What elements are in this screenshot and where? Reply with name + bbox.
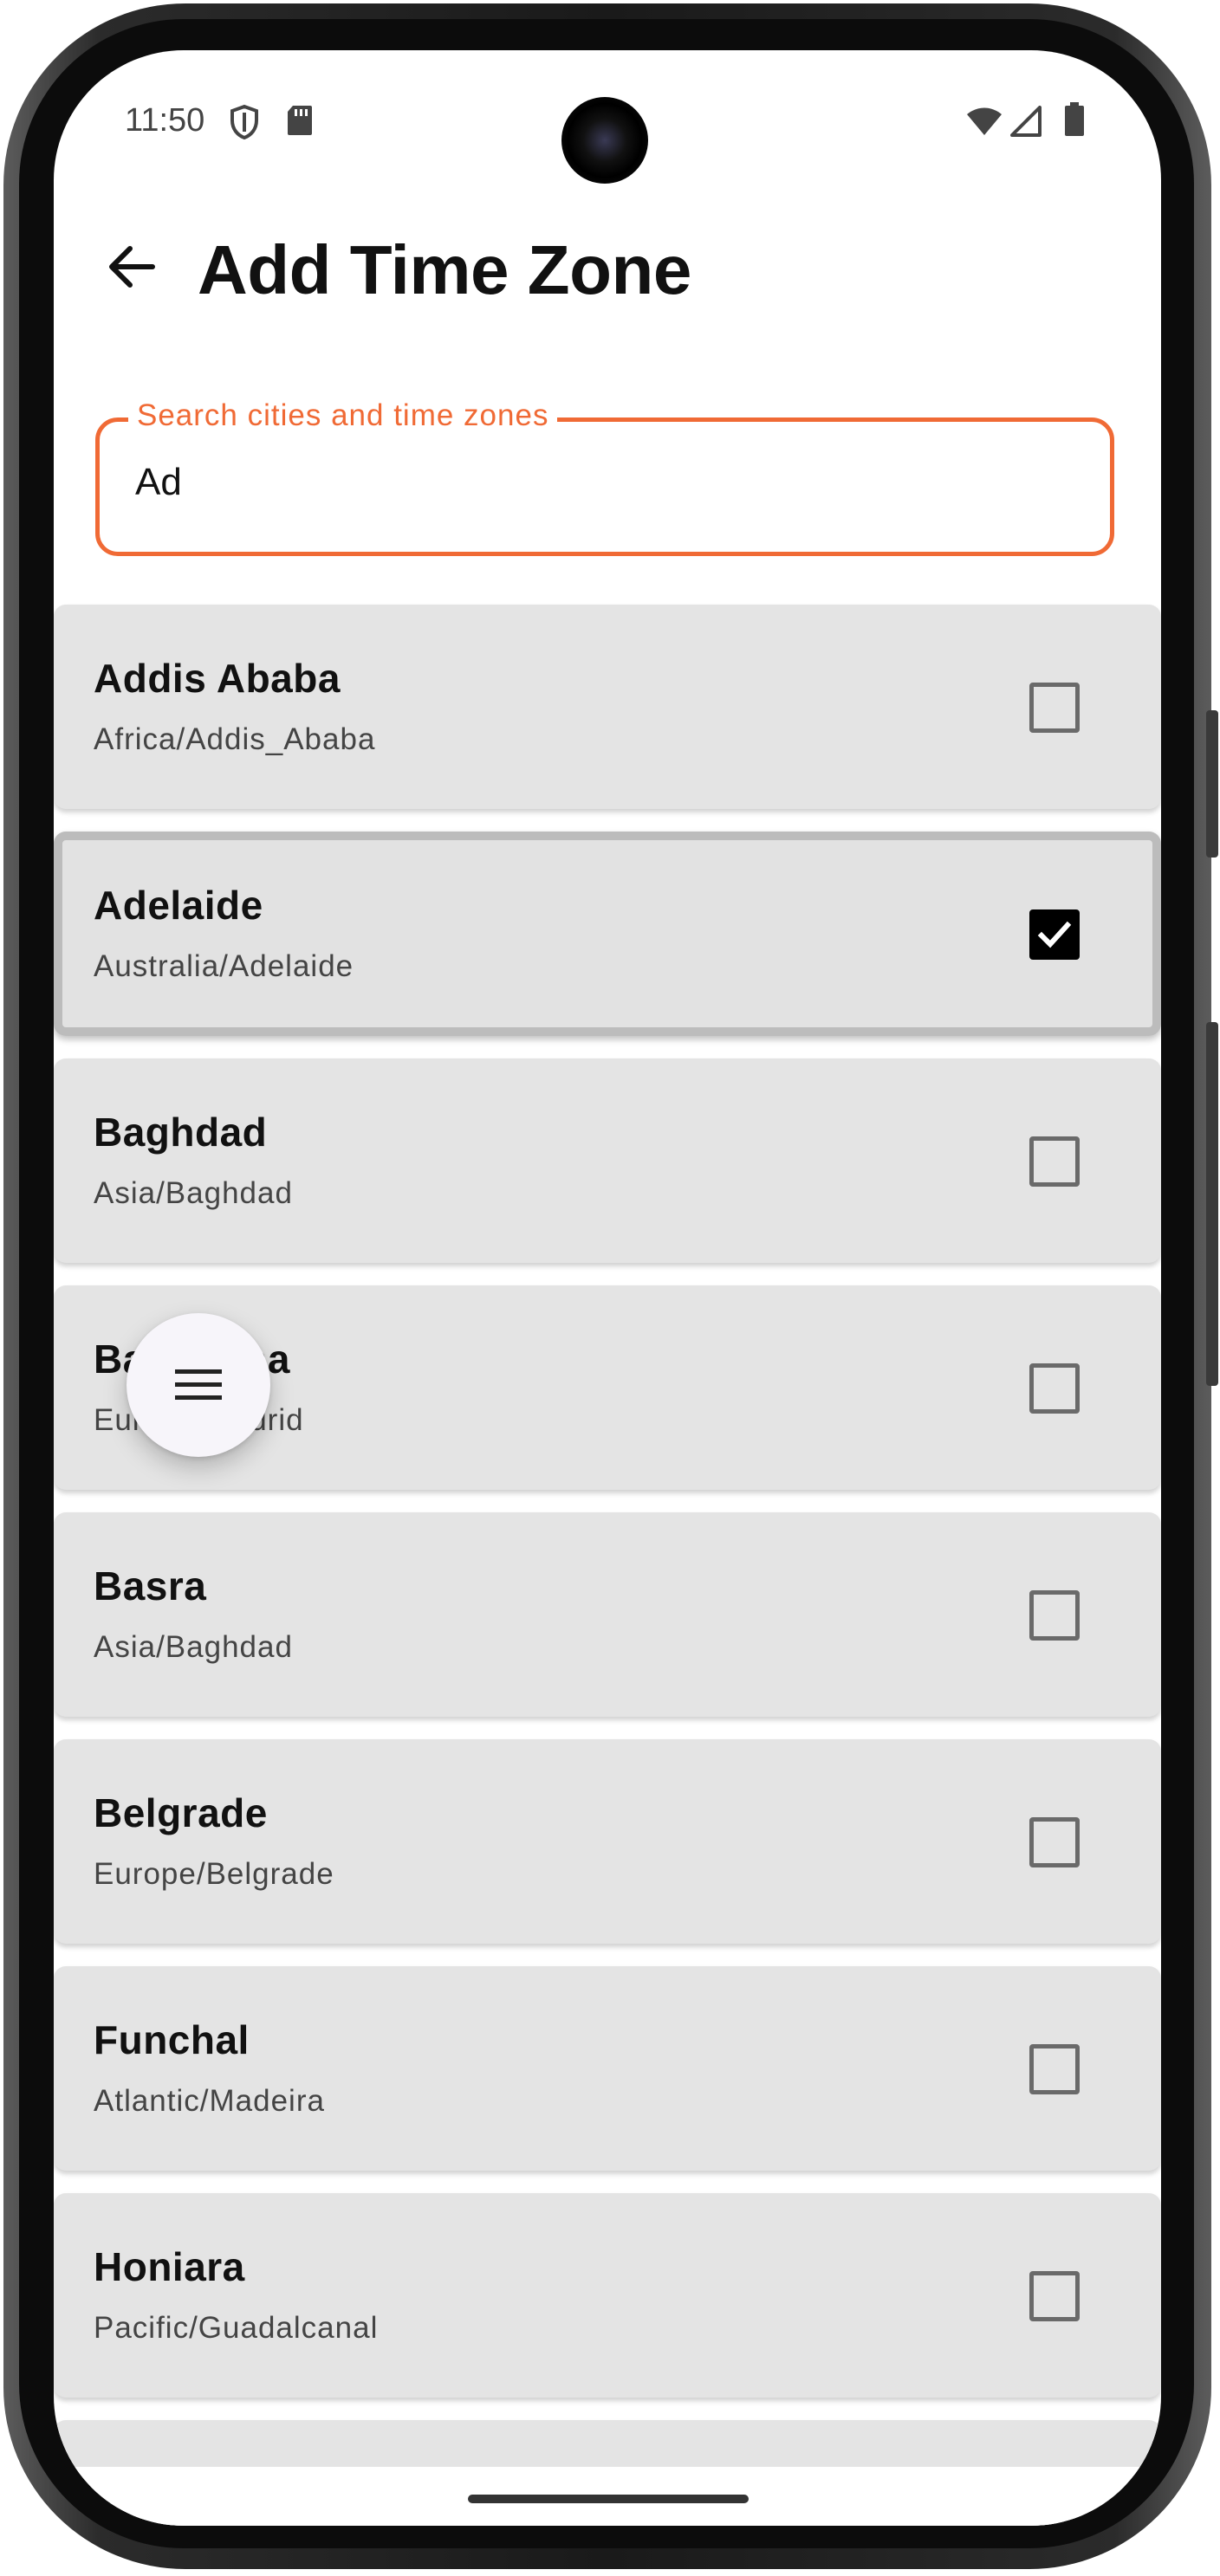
city-name: Belgrade <box>94 1790 268 1835</box>
checkbox-checked[interactable] <box>1029 909 1080 960</box>
checkbox[interactable] <box>1029 1590 1080 1641</box>
power-button <box>1206 1022 1218 1386</box>
search-input[interactable] <box>95 417 1114 556</box>
home-indicator[interactable] <box>468 2495 749 2503</box>
arrow-back-icon <box>109 246 155 288</box>
zone-id: Europe/Belgrade <box>94 1857 334 1891</box>
sd-card-icon <box>286 104 314 141</box>
search-value[interactable]: Ad <box>135 461 182 504</box>
menu-button[interactable] <box>127 1313 270 1457</box>
time-zone-item-addis-ababa[interactable]: Addis Ababa Africa/Addis_Ababa <box>54 605 1161 809</box>
front-camera <box>561 97 648 184</box>
time-zone-item-adelaide[interactable]: Adelaide Australia/Adelaide <box>54 832 1161 1036</box>
signal-icon <box>1010 106 1043 141</box>
time-zone-item-basra[interactable]: Basra Asia/Baghdad <box>54 1512 1161 1717</box>
time-zone-item-funchal[interactable]: Funchal Atlantic/Madeira <box>54 1966 1161 2171</box>
time-zone-item-honiara[interactable]: Honiara Pacific/Guadalcanal <box>54 2193 1161 2398</box>
city-name: Basra <box>94 1563 207 1608</box>
checkbox[interactable] <box>1029 683 1080 733</box>
menu-icon <box>175 1369 222 1400</box>
back-button[interactable] <box>88 223 175 310</box>
zone-id: Asia/Baghdad <box>94 1176 293 1210</box>
volume-button <box>1206 710 1218 858</box>
device: 11:50 Add Time Zone Search cities and ti… <box>0 0 1220 2576</box>
time-zone-item-baghdad[interactable]: Baghdad Asia/Baghdad <box>54 1058 1161 1263</box>
checkbox[interactable] <box>1029 1817 1080 1867</box>
status-time: 11:50 <box>125 102 205 139</box>
zone-id: Africa/Addis_Ababa <box>94 722 376 756</box>
zone-id: Australia/Adelaide <box>94 949 354 983</box>
city-name: Addis Ababa <box>94 656 341 701</box>
screen: 11:50 Add Time Zone Search cities and ti… <box>54 50 1161 2526</box>
check-icon <box>1037 921 1072 948</box>
city-name: Funchal <box>94 2017 250 2062</box>
zone-id: Atlantic/Madeira <box>94 2084 325 2118</box>
city-name: Baghdad <box>94 1110 268 1155</box>
search-label: Search cities and time zones <box>128 398 558 433</box>
time-zone-item-belgrade[interactable]: Belgrade Europe/Belgrade <box>54 1739 1161 1944</box>
city-name: Adelaide <box>94 883 263 928</box>
checkbox[interactable] <box>1029 1363 1080 1414</box>
checkbox[interactable] <box>1029 2271 1080 2321</box>
checkbox[interactable] <box>1029 1136 1080 1187</box>
wifi-icon <box>965 106 1003 141</box>
battery-icon <box>1064 102 1085 141</box>
city-name: Honiara <box>94 2244 245 2289</box>
shield-icon <box>229 104 260 145</box>
page-title: Add Time Zone <box>198 231 691 308</box>
zone-id: Pacific/Guadalcanal <box>94 2311 379 2345</box>
zone-id: Asia/Baghdad <box>94 1630 293 1664</box>
checkbox[interactable] <box>1029 2044 1080 2094</box>
